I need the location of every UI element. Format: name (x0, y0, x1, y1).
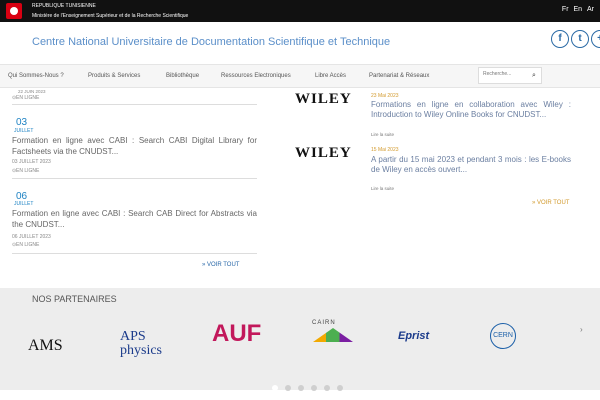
facebook-icon[interactable]: f (551, 30, 569, 48)
news-item-1-title[interactable]: Formation en ligne avec CABI : Search CA… (12, 135, 257, 157)
news-right-1-logo[interactable]: WILEY (295, 145, 352, 162)
cern-logo[interactable]: CERN (490, 323, 516, 349)
auf-logo[interactable]: AUF (212, 320, 261, 348)
carousel-dot-1[interactable] (285, 385, 291, 391)
language-ar[interactable]: Ar (587, 6, 594, 13)
aps-physics-logo[interactable]: APS physics (120, 330, 190, 358)
news-right-1-read-more[interactable]: Lire la suite (371, 186, 394, 191)
carousel-dot-2[interactable] (298, 385, 304, 391)
news-right-0-logo[interactable]: WILEY (295, 91, 352, 108)
ministry-name: Ministère de l'Enseignement Supérieur et… (32, 13, 189, 19)
tunisia-flag-icon (6, 3, 22, 19)
site-title[interactable]: Centre National Universitaire de Documen… (32, 36, 390, 48)
carousel-dot-3[interactable] (311, 385, 317, 391)
carousel-dot-0[interactable] (272, 385, 278, 391)
divider (12, 178, 257, 179)
news-item-2-location: EN LIGNE (16, 242, 40, 248)
news-right-0-read-more[interactable]: Lire la suite (371, 132, 394, 137)
search-button[interactable]: ⌕ (527, 68, 541, 83)
news-item-2-title[interactable]: Formation en ligne avec CABI : Search CA… (12, 208, 257, 230)
news-right-0-date: 23 Mai 2023 (371, 93, 399, 99)
news-item-1-location: EN LIGNE (16, 168, 40, 174)
news-right-1-date: 15 Mai 2023 (371, 147, 399, 153)
news-right-0-title[interactable]: Formations en ligne en collaboration ave… (371, 100, 571, 120)
ams-logo[interactable]: AMS (28, 337, 63, 355)
top-bar: REPUBLIQUE TUNISIENNE Ministère de l'Ens… (0, 0, 600, 22)
news-item-0-location: EN LIGNE (16, 95, 40, 101)
carousel-dot-5[interactable] (337, 385, 343, 391)
country-name: REPUBLIQUE TUNISIENNE (32, 3, 96, 9)
carousel-next-icon[interactable]: › (580, 325, 583, 334)
nav-item-open-access[interactable]: Libre Accès (315, 73, 346, 79)
news-item-2-date: 06 JUILLET 2023 (12, 234, 51, 240)
twitter-icon[interactable]: t (571, 30, 589, 48)
news-item-1-date: 03 JUILLET 2023 (12, 159, 51, 165)
nav-item-library[interactable]: Bibliothèque (166, 73, 199, 79)
nav-item-products[interactable]: Produits & Services (88, 73, 140, 79)
cairn-logo[interactable]: CAIRN (312, 320, 336, 326)
divider (12, 253, 257, 254)
nav-item-electronic-resources[interactable]: Ressources Electroniques (221, 73, 291, 79)
language-switcher: Fr En Ar (559, 6, 594, 13)
news-item-0-date: 22 JUIN 2023 (18, 89, 46, 94)
language-en[interactable]: En (573, 6, 582, 13)
view-all-right-link[interactable]: » VOIR TOUT (532, 200, 569, 206)
divider (12, 104, 257, 105)
news-right-1-title[interactable]: A partir du 15 mai 2023 et pendant 3 moi… (371, 155, 571, 175)
carousel-dot-4[interactable] (324, 385, 330, 391)
nav-item-partnership[interactable]: Partenariat & Réseaux (369, 73, 429, 79)
nav-item-about[interactable]: Qui Sommes-Nous ? (8, 73, 64, 79)
location-pin-icon: ⊙ (12, 95, 17, 101)
header: Centre National Universitaire de Documen… (0, 22, 600, 64)
news-item-2-month: JUILLET (14, 201, 34, 207)
eprist-logo[interactable]: Eprist (398, 330, 429, 342)
news-item-1-day: 03 (16, 117, 28, 128)
partners-title: NOS PARTENAIRES (32, 294, 117, 304)
view-all-left-link[interactable]: » VOIR TOUT (202, 262, 239, 268)
language-fr[interactable]: Fr (562, 6, 569, 13)
news-item-1-month: JUILLET (14, 128, 34, 134)
